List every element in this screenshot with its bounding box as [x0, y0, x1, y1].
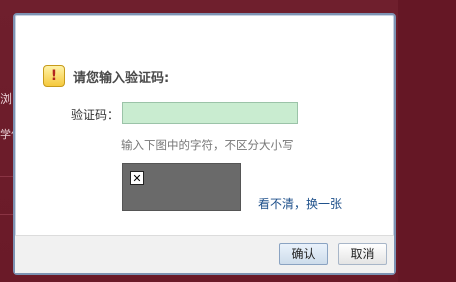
dialog-title-row: ! 请您输入验证码: — [43, 65, 169, 87]
broken-image-icon: ✕ — [130, 171, 144, 185]
background-side-text: 浏 — [0, 92, 13, 106]
captcha-image[interactable]: ✕ — [122, 163, 241, 211]
confirm-button[interactable]: 确认 — [279, 243, 328, 265]
refresh-captcha-link[interactable]: 看不清，换一张 — [258, 196, 342, 212]
dialog-footer: 确认 取消 — [15, 235, 394, 273]
captcha-input[interactable] — [122, 102, 298, 124]
captcha-dialog: ! 请您输入验证码: 验证码： 输入下图中的字符，不区分大小写 ✕ 看不清，换一… — [13, 13, 396, 275]
captcha-hint: 输入下图中的字符，不区分大小写 — [121, 138, 294, 152]
cancel-button[interactable]: 取消 — [338, 243, 387, 265]
captcha-label: 验证码： — [71, 108, 120, 122]
dialog-title: 请您输入验证码: — [73, 70, 170, 86]
warning-icon: ! — [43, 65, 65, 87]
background-right-edge — [398, 0, 456, 282]
